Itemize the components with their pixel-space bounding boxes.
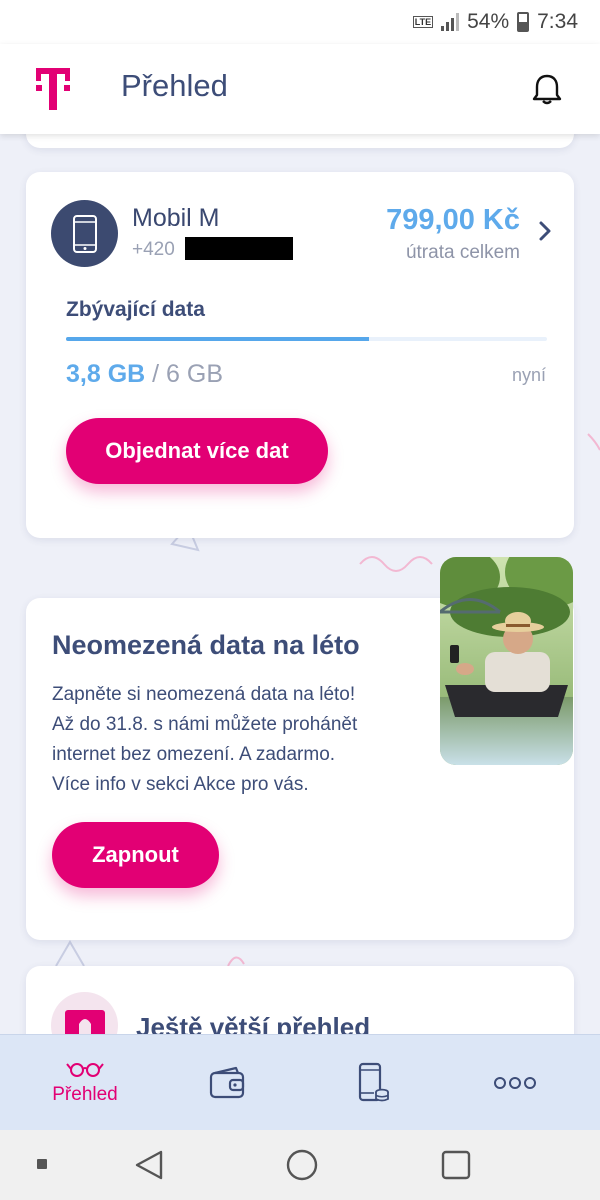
data-progress-fill xyxy=(66,337,370,341)
wallet-icon xyxy=(209,1066,245,1099)
app-bar: Přehled xyxy=(0,44,600,134)
battery-icon xyxy=(517,12,530,32)
nav-item-wallet[interactable] xyxy=(152,1035,302,1131)
nav-item-overview[interactable]: Přehled xyxy=(10,1035,160,1131)
promo-line: internet bez omezení. A zadarmo. xyxy=(52,744,336,765)
home-icon[interactable] xyxy=(286,1149,318,1181)
data-total-value: 6 GB xyxy=(166,360,224,388)
page-title: Přehled xyxy=(121,68,228,103)
updated-label: nyní xyxy=(511,365,546,385)
telekom-logo-icon xyxy=(36,68,70,110)
bottom-navigation: Přehled xyxy=(0,1034,600,1130)
data-progress-bar xyxy=(66,337,547,341)
phone-icon xyxy=(51,200,118,267)
data-separator: / xyxy=(145,360,167,388)
overview-icon[interactable] xyxy=(441,1150,471,1180)
price-label: útrata celkem xyxy=(405,242,520,263)
chevron-right-icon[interactable] xyxy=(538,220,552,242)
data-usage: 3,8 GB / 6 GB xyxy=(66,360,223,389)
total-price: 799,00 Kč xyxy=(386,204,520,236)
redacted-phone-number xyxy=(185,237,293,260)
data-remaining-value: 3,8 GB xyxy=(66,360,146,388)
plan-card[interactable]: Mobil M +420 799,00 Kč útrata celkem Zbý… xyxy=(26,172,574,538)
promo-title: Neomezená data na léto xyxy=(52,630,360,660)
nav-item-services[interactable] xyxy=(298,1035,448,1131)
overview-content[interactable]: Mobil M +420 799,00 Kč útrata celkem Zbý… xyxy=(0,134,600,1034)
previous-card xyxy=(26,134,574,148)
back-icon[interactable] xyxy=(135,1150,163,1180)
more-overview-card[interactable]: Ještě větší přehled xyxy=(26,966,574,1034)
system-navigation-bar xyxy=(0,1130,600,1200)
more-dots-icon xyxy=(494,1077,536,1089)
phone-number-prefix: +420 xyxy=(132,239,175,260)
plan-name: Mobil M xyxy=(132,204,220,232)
battery-percent: 54% xyxy=(467,10,510,33)
more-overview-title: Ještě větší přehled xyxy=(136,1012,371,1034)
promo-description: Zapněte si neomezená data na léto! Až do… xyxy=(52,680,432,800)
remaining-data-label: Zbývající data xyxy=(66,298,205,321)
clock: 7:34 xyxy=(537,10,578,33)
order-more-data-button[interactable]: Objednat více dat xyxy=(66,418,328,484)
overview-icon xyxy=(51,992,118,1034)
glasses-icon xyxy=(66,1063,104,1077)
status-bar: LTE 54% 7:34 xyxy=(0,0,600,44)
network-type: LTE xyxy=(412,16,434,28)
recents-small-icon[interactable] xyxy=(37,1159,47,1169)
promo-line: Zapněte si neomezená data na léto! xyxy=(52,684,356,705)
enable-promo-button[interactable]: Zapnout xyxy=(52,822,219,888)
bell-icon[interactable] xyxy=(530,72,564,106)
phone-coins-icon xyxy=(358,1062,389,1102)
signal-icon xyxy=(441,13,460,31)
promo-line: Více info v sekci Akce pro vás. xyxy=(52,774,309,795)
promo-photo xyxy=(440,557,573,765)
promo-line: Až do 31.8. s námi můžete prohánět xyxy=(52,714,358,735)
nav-label-overview: Přehled xyxy=(52,1084,118,1105)
nav-item-more[interactable] xyxy=(440,1035,590,1131)
